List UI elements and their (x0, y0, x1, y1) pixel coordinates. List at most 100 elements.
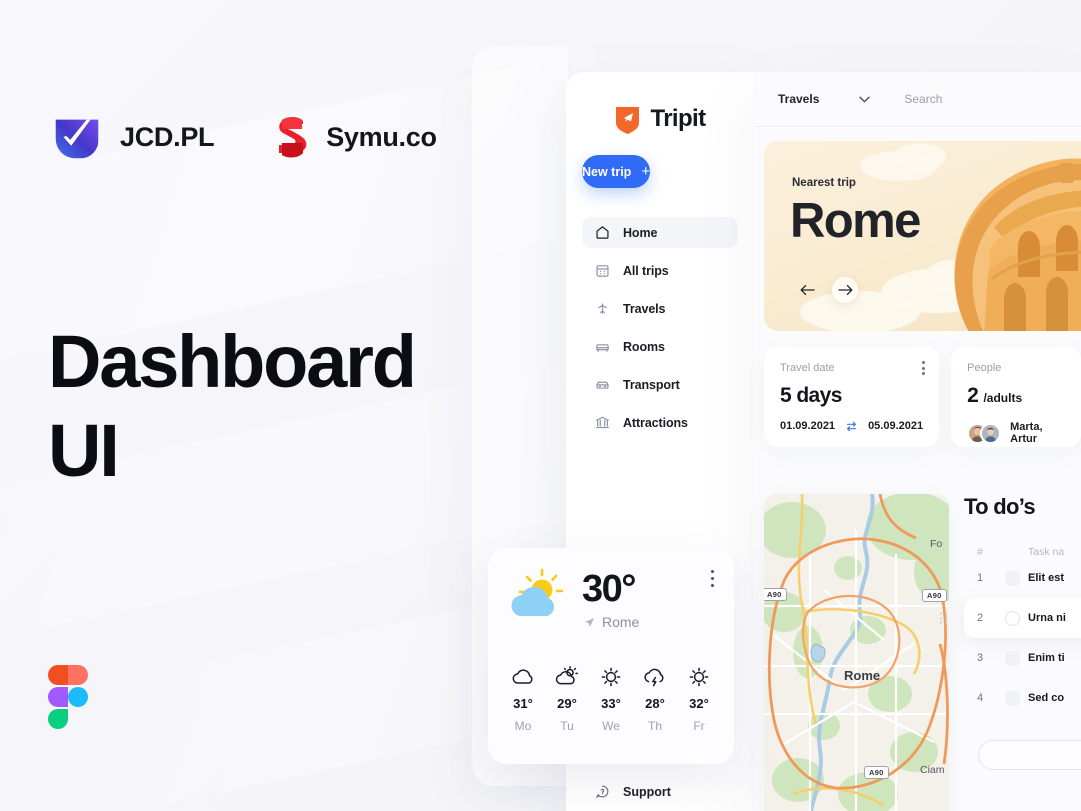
forecast-day: 29° Tu (554, 666, 580, 733)
todo-task-name: Elit est (1028, 572, 1065, 584)
calendar-icon (596, 265, 609, 277)
forecast-day-label: Tu (560, 719, 574, 733)
weather-widget: 30° Rome 31° Mo 29° Tu 33° We 28° Th 32°… (488, 548, 734, 764)
todo-col-index: # (977, 546, 983, 558)
checkbox-square-icon (1004, 570, 1020, 586)
filter-dropdown[interactable]: Travels (778, 92, 871, 106)
page-title-line2: UI (48, 408, 120, 492)
checkbox-square-icon (1004, 650, 1020, 666)
arrow-left-icon (800, 284, 815, 296)
brand-name-symu: Symu.co (326, 121, 437, 152)
new-trip-button[interactable]: New trip + (582, 155, 651, 188)
brand-name-jcd: JCD.PL (120, 121, 215, 152)
cloud-lightning-icon (644, 668, 664, 687)
new-trip-label: New trip (582, 164, 632, 179)
todo-row[interactable]: 3 Enim ti (964, 638, 1081, 678)
drag-handle-icon[interactable] (940, 612, 947, 624)
sidebar-item-transport[interactable]: Transport (582, 369, 738, 400)
road-shield: A90 (922, 589, 947, 602)
arrow-right-icon (837, 284, 852, 296)
todo-task-name: Sed co (1028, 692, 1065, 704)
symu-s-logo (279, 117, 307, 158)
page-title: Dashboard UI (48, 318, 417, 496)
add-task-input[interactable] (978, 740, 1081, 770)
forecast-temp: 31° (513, 696, 533, 711)
todo-row[interactable]: 4 Sed co (964, 678, 1081, 718)
sidebar-item-all-trips[interactable]: All trips (582, 255, 738, 286)
cloud-icon (512, 669, 533, 684)
app-screenshot: JCD.PL Symu.co Dashboard UI Tripit New t… (0, 0, 1081, 811)
forecast-temp: 28° (645, 696, 665, 711)
checkbox-circle-icon (1004, 610, 1020, 626)
travel-date-end: 05.09.2021 (868, 420, 924, 432)
forecast-temp: 29° (557, 696, 577, 711)
tripit-shield-plane-icon (616, 107, 640, 134)
weather-forecast: 31° Mo 29° Tu 33° We 28° Th 32° Fr (510, 666, 712, 733)
main-content: Travels Search Nearest trip Rome Travel … (754, 72, 1081, 811)
weather-location-name: Rome (602, 614, 640, 630)
brand-bar: JCD.PL Symu.co (48, 108, 437, 166)
hero-prev-button[interactable] (794, 277, 820, 303)
hero-next-button[interactable] (832, 277, 858, 303)
travel-date-range: 01.09.2021 05.09.2021 (780, 420, 923, 432)
todo-checkbox[interactable] (996, 570, 1028, 586)
sidebar-item-home[interactable]: Home (582, 217, 738, 248)
nearest-trip-hero: Nearest trip Rome (764, 141, 1081, 331)
forecast-day: 32° Fr (686, 666, 712, 733)
sidebar-nav: Home All trips Travels Rooms Transport A… (566, 217, 754, 438)
forecast-day: 33° We (598, 666, 624, 733)
sidebar-item-rooms[interactable]: Rooms (582, 331, 738, 362)
todo-row[interactable]: 2 Urna ni (940, 598, 1081, 638)
sidebar-item-support[interactable]: Support (566, 784, 754, 799)
hero-title: Rome (790, 194, 921, 248)
stat-cards: Travel date 5 days 01.09.2021 05.09.2021… (764, 347, 1081, 447)
forecast-temp: 32° (689, 696, 709, 711)
sidebar-item-attractions[interactable]: Attractions (582, 407, 738, 438)
avatar[interactable] (980, 422, 1002, 444)
sidebar-item-label: Rooms (623, 339, 665, 354)
sun-behind-cloud-icon (555, 666, 578, 685)
forecast-day-label: Th (647, 719, 662, 733)
app-name: Tripit (650, 105, 706, 132)
todo-checkbox[interactable] (996, 690, 1028, 706)
map-card[interactable]: Rome A90 A90 A90 Fo Ciam (764, 494, 949, 811)
sidebar-item-label: All trips (623, 263, 669, 278)
home-icon (596, 226, 609, 239)
forecast-temp: 33° (601, 696, 621, 711)
map-place-label: Ciam (920, 764, 945, 776)
people-row: Marta, Artur (967, 421, 1065, 445)
search-input[interactable]: Search (904, 92, 942, 106)
road-shield: A90 (864, 766, 889, 779)
museum-icon (596, 416, 609, 429)
sidebar-item-label: Transport (623, 377, 680, 392)
colosseum-illustration (954, 158, 1081, 331)
forecast-day-label: Fr (693, 719, 705, 733)
app-logo[interactable]: Tripit (566, 104, 754, 134)
todo-row-index: 4 (976, 692, 984, 704)
forecast-day: 31° Mo (510, 666, 536, 733)
forecast-day-label: Mo (514, 719, 532, 733)
car-icon (596, 381, 609, 389)
forecast-day: 28° Th (642, 666, 668, 733)
people-header: People (967, 362, 1002, 374)
map-city-label: Rome (844, 668, 881, 683)
weather-location: Rome (584, 614, 639, 630)
todo-checkbox[interactable] (996, 650, 1028, 666)
todo-row-index: 2 (976, 612, 984, 624)
page-title-line1: Dashboard (48, 320, 417, 403)
sidebar-item-travels[interactable]: Travels (582, 293, 738, 324)
jcd-checkmark-logo (55, 119, 99, 159)
kebab-menu-icon[interactable] (710, 570, 714, 588)
people-card: People 2 /adults Marta, Artur (951, 347, 1081, 447)
todo-row[interactable]: 1 Elit est (964, 558, 1081, 598)
people-unit: /adults (983, 391, 1023, 405)
bed-icon (596, 344, 609, 352)
travel-date-header: Travel date (780, 362, 835, 374)
avatar-group (967, 422, 1002, 444)
kebab-menu-icon[interactable] (922, 361, 926, 375)
todo-checkbox[interactable] (996, 610, 1028, 626)
travel-date-start: 01.09.2021 (780, 420, 836, 432)
travel-date-value: 5 days (780, 384, 842, 407)
plane-icon (598, 303, 607, 314)
weather-temperature: 30° (582, 568, 636, 610)
